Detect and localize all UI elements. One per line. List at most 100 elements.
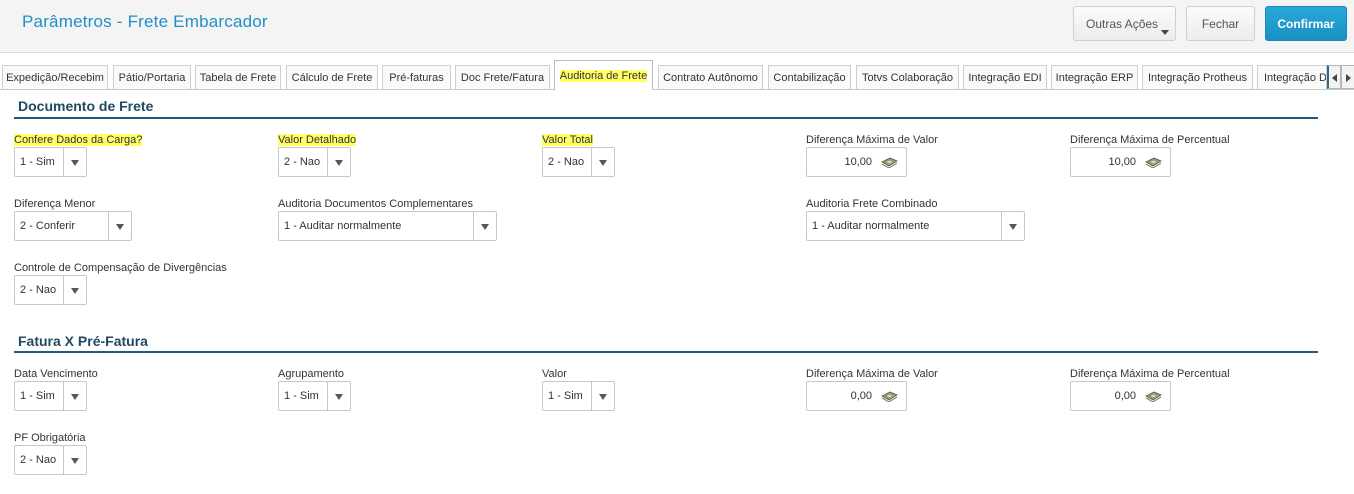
- section-title-fatura: Fatura X Pré-Fatura: [18, 333, 148, 349]
- outras-acoes-button[interactable]: Outras Ações: [1073, 6, 1176, 41]
- tab-totvs-colaboracao[interactable]: Totvs Colaboração: [856, 65, 959, 89]
- label-valor-detalhado: Valor Detalhado: [278, 134, 357, 146]
- dif-menor-select[interactable]: 2 - Conferir: [14, 211, 132, 241]
- chevron-down-icon[interactable]: [591, 382, 614, 410]
- chevron-down-icon[interactable]: [1001, 212, 1024, 240]
- aud-combinado-select[interactable]: 1 - Auditar normalmente: [806, 211, 1025, 241]
- chevron-down-icon[interactable]: [327, 148, 350, 176]
- dif-valor-input[interactable]: 10,00: [806, 147, 907, 177]
- tab-tabela-frete[interactable]: Tabela de Frete: [195, 65, 281, 89]
- label-aud-complementares: Auditoria Documentos Complementares: [278, 198, 474, 210]
- chevron-down-icon[interactable]: [63, 148, 86, 176]
- label-agrupamento: Agrupamento: [278, 368, 345, 380]
- label-controle-compensacao: Controle de Compensação de Divergências: [14, 262, 227, 274]
- arrow-left-icon: [1332, 74, 1337, 82]
- input-value: 10,00: [1108, 156, 1136, 168]
- tab-integracao-edi[interactable]: Integração EDI: [963, 65, 1047, 89]
- tab-label: Cálculo de Frete: [291, 71, 373, 84]
- tab-label: Integração ERP: [1055, 71, 1134, 84]
- tab-label: Contrato Autônomo: [663, 71, 758, 84]
- label-dif-valor: Diferença Máxima de Valor: [806, 134, 938, 146]
- input-value: 0,00: [850, 390, 872, 402]
- data-vencimento-select[interactable]: 1 - Sim: [14, 381, 87, 411]
- chevron-down-icon[interactable]: [473, 212, 496, 240]
- agrupamento-select[interactable]: 1 - Sim: [278, 381, 351, 411]
- page-title: Parâmetros - Frete Embarcador: [22, 12, 268, 31]
- chevron-down-icon[interactable]: [327, 382, 350, 410]
- label-fatura-dif-percentual: Diferença Máxima de Percentual: [1070, 368, 1230, 380]
- chevron-down-icon[interactable]: [63, 446, 86, 474]
- select-value: 2 - Conferir: [20, 220, 76, 232]
- label-aud-combinado: Auditoria Frete Combinado: [806, 198, 938, 210]
- select-value: 1 - Sim: [20, 390, 55, 402]
- tab-label: Auditoria de Frete: [559, 69, 648, 82]
- input-value: 0,00: [1114, 390, 1136, 402]
- tab-integracao-d[interactable]: Integração D: [1257, 65, 1327, 89]
- tab-doc-frete-fatura[interactable]: Doc Frete/Fatura: [455, 65, 550, 89]
- tab-contabilizacao[interactable]: Contabilização: [768, 65, 851, 89]
- chevron-down-icon[interactable]: [63, 276, 86, 304]
- tab-contrato-autonomo[interactable]: Contrato Autônomo: [658, 65, 763, 89]
- tab-integracao-protheus[interactable]: Integração Protheus: [1142, 65, 1253, 89]
- section-title-documento: Documento de Frete: [18, 98, 154, 114]
- select-value: 1 - Sim: [548, 390, 583, 402]
- select-value: 2 - Nao: [548, 156, 585, 168]
- select-value: 1 - Sim: [284, 390, 319, 402]
- label-valor: Valor: [542, 368, 567, 380]
- valor-select[interactable]: 1 - Sim: [542, 381, 615, 411]
- confirmar-button[interactable]: Confirmar: [1265, 6, 1347, 41]
- tab-expedicao[interactable]: Expedição/Recebim: [2, 65, 108, 89]
- select-value: 2 - Nao: [284, 156, 321, 168]
- label-data-vencimento: Data Vencimento: [14, 368, 98, 380]
- tab-pre-faturas[interactable]: Pré-faturas: [382, 65, 451, 89]
- valor-detalhado-select[interactable]: 2 - Nao: [278, 147, 351, 177]
- select-value: 1 - Auditar normalmente: [284, 220, 402, 232]
- select-value: 1 - Auditar normalmente: [812, 220, 930, 232]
- select-value: 1 - Sim: [20, 156, 55, 168]
- chevron-down-icon[interactable]: [63, 382, 86, 410]
- tab-label: Contabilização: [773, 71, 846, 84]
- tab-label: Integração D: [1264, 71, 1327, 84]
- label-valor-total: Valor Total: [542, 134, 593, 146]
- select-value: 2 - Nao: [20, 454, 57, 466]
- tab-label: Pré-faturas: [389, 71, 444, 84]
- header-bar: Parâmetros - Frete Embarcador Outras Açõ…: [0, 0, 1354, 53]
- label-pf-obrigatoria: PF Obrigatória: [14, 432, 86, 444]
- outras-acoes-label: Outras Ações: [1086, 16, 1159, 31]
- fatura-dif-percentual-input[interactable]: 0,00: [1070, 381, 1171, 411]
- confere-dados-select[interactable]: 1 - Sim: [14, 147, 87, 177]
- tab-label: Pátio/Portaria: [118, 71, 186, 84]
- label-dif-percentual: Diferença Máxima de Percentual: [1070, 134, 1230, 146]
- tab-patio[interactable]: Pátio/Portaria: [113, 65, 191, 89]
- tab-bar: Expedição/Recebim Pátio/Portaria Tabela …: [0, 60, 1354, 90]
- controle-compensacao-select[interactable]: 2 - Nao: [14, 275, 87, 305]
- dif-percentual-input[interactable]: 10,00: [1070, 147, 1171, 177]
- aud-complementares-select[interactable]: 1 - Auditar normalmente: [278, 211, 497, 241]
- pf-obrigatoria-select[interactable]: 2 - Nao: [14, 445, 87, 475]
- label-fatura-dif-valor: Diferença Máxima de Valor: [806, 368, 938, 380]
- tab-integracao-erp[interactable]: Integração ERP: [1051, 65, 1138, 89]
- section-divider: [14, 351, 1318, 353]
- arrow-right-icon: [1346, 74, 1351, 82]
- fechar-button[interactable]: Fechar: [1186, 6, 1255, 41]
- tab-scroll-left-button[interactable]: [1327, 65, 1341, 89]
- tab-scroll-right-button[interactable]: [1341, 65, 1354, 89]
- tab-label: Expedição/Recebim: [6, 71, 104, 84]
- fatura-dif-valor-input[interactable]: 0,00: [806, 381, 907, 411]
- tab-auditoria-frete[interactable]: Auditoria de Frete: [554, 60, 653, 90]
- label-confere-dados: Confere Dados da Carga?: [14, 134, 143, 146]
- tab-label: Totvs Colaboração: [861, 71, 954, 84]
- tab-baseline: [0, 89, 1354, 90]
- select-value: 2 - Nao: [20, 284, 57, 296]
- section-divider: [14, 117, 1318, 119]
- tab-label: Integração Protheus: [1147, 71, 1248, 84]
- money-icon: [881, 157, 898, 168]
- chevron-down-icon[interactable]: [108, 212, 131, 240]
- tab-label: Integração EDI: [968, 71, 1042, 84]
- tab-label: Tabela de Frete: [199, 71, 277, 84]
- label-dif-menor: Diferença Menor: [14, 198, 96, 210]
- chevron-down-icon[interactable]: [591, 148, 614, 176]
- caret-down-icon: [1161, 30, 1169, 35]
- tab-calculo-frete[interactable]: Cálculo de Frete: [286, 65, 378, 89]
- valor-total-select[interactable]: 2 - Nao: [542, 147, 615, 177]
